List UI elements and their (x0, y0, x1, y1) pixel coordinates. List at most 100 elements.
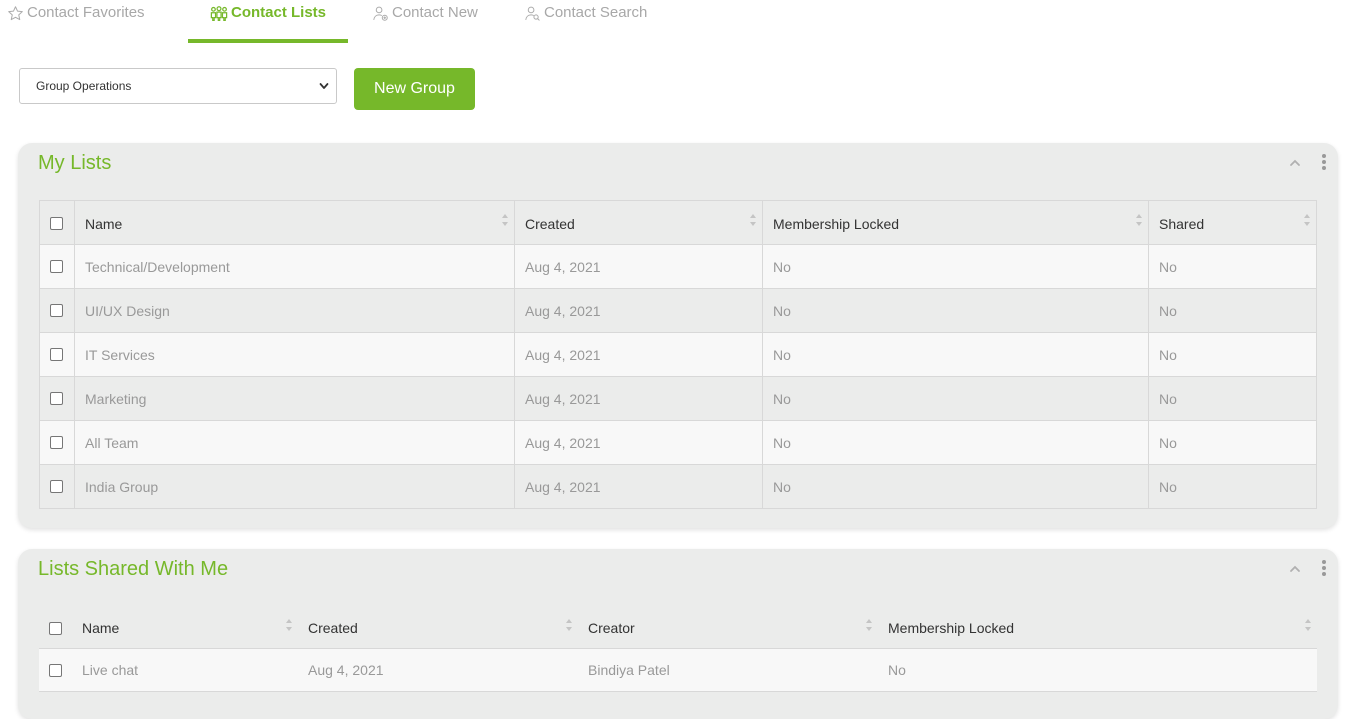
cell-created: Aug 4, 2021 (514, 377, 762, 420)
cell-name[interactable]: UI/UX Design (74, 289, 514, 332)
cell-shared: No (1148, 289, 1316, 332)
cell-name[interactable]: Technical/Development (74, 245, 514, 288)
row-checkbox-cell (40, 245, 74, 288)
cell-name[interactable]: Live chat (72, 649, 298, 691)
cell-name[interactable]: IT Services (74, 333, 514, 376)
column-header-label: Created (308, 620, 358, 636)
more-vertical-icon[interactable] (1321, 153, 1327, 171)
cell-shared: No (1148, 421, 1316, 464)
row-checkbox[interactable] (50, 348, 63, 361)
table-row[interactable]: Marketing Aug 4, 2021 No No (40, 376, 1316, 420)
column-header-created[interactable]: Created (298, 606, 578, 648)
tab-label: Contact Search (544, 4, 648, 21)
sort-icon[interactable] (749, 213, 757, 227)
table-header-row: Name Created Creator Membership Locked (39, 606, 1317, 648)
cell-created: Aug 4, 2021 (514, 289, 762, 332)
sort-icon[interactable] (1304, 618, 1312, 632)
more-vertical-icon[interactable] (1321, 559, 1327, 577)
sort-icon[interactable] (1135, 213, 1143, 227)
row-checkbox-cell (40, 289, 74, 332)
cell-membership-locked: No (762, 421, 1148, 464)
panel-title: Lists Shared With Me (38, 558, 229, 580)
contact-tabs: Contact Favorites Contact Lists Contact … (0, 0, 1349, 43)
row-checkbox[interactable] (50, 480, 63, 493)
column-header-creator[interactable]: Creator (578, 606, 878, 648)
cell-created: Aug 4, 2021 (514, 333, 762, 376)
cell-creator: Bindiya Patel (588, 662, 670, 678)
shared-lists-table: Name Created Creator Membership Locked L… (39, 606, 1317, 692)
select-all-cell (39, 606, 72, 648)
column-header-shared[interactable]: Shared (1148, 201, 1316, 244)
row-checkbox-cell (39, 649, 72, 691)
select-all-checkbox[interactable] (49, 621, 62, 635)
column-header-label: Shared (1159, 215, 1205, 232)
column-header-name[interactable]: Name (72, 606, 298, 648)
lists-shared-with-me-panel: Lists Shared With Me Name Created Creato… (18, 549, 1338, 719)
group-operations-select[interactable]: Group Operations (19, 68, 337, 104)
column-header-label: Creator (588, 620, 635, 636)
group-operations-value: Group Operations (36, 79, 132, 93)
row-checkbox-cell (40, 465, 74, 508)
row-checkbox[interactable] (50, 392, 63, 405)
row-checkbox-cell (40, 421, 74, 464)
tab-contact-new[interactable]: Contact New (371, 0, 511, 43)
sort-icon[interactable] (565, 618, 573, 632)
tab-contact-lists[interactable]: Contact Lists (188, 0, 348, 43)
cell-created: Aug 4, 2021 (514, 421, 762, 464)
cell-membership-locked: No (762, 333, 1148, 376)
my-lists-panel: My Lists Name Created Membership Locked … (18, 143, 1338, 528)
cell-shared: No (1148, 465, 1316, 508)
cell-created: Aug 4, 2021 (308, 662, 384, 678)
user-search-icon (523, 4, 541, 22)
new-group-button[interactable]: New Group (354, 68, 475, 110)
sort-icon[interactable] (1303, 213, 1311, 227)
table-row[interactable]: Live chat Aug 4, 2021 Bindiya Patel No (39, 648, 1317, 692)
select-all-checkbox[interactable] (50, 217, 63, 230)
row-checkbox-cell (40, 377, 74, 420)
cell-name[interactable]: India Group (74, 465, 514, 508)
tab-contact-favorites[interactable]: Contact Favorites (6, 0, 176, 43)
tab-label: Contact New (392, 4, 478, 21)
column-header-created[interactable]: Created (514, 201, 762, 244)
sort-icon[interactable] (285, 618, 293, 632)
group-icon (210, 4, 228, 22)
column-header-label: Name (82, 620, 120, 636)
row-checkbox[interactable] (50, 260, 63, 273)
tab-contact-search[interactable]: Contact Search (523, 0, 683, 43)
cell-name[interactable]: Marketing (74, 377, 514, 420)
cell-membership-locked: No (762, 289, 1148, 332)
column-header-label: Membership Locked (773, 215, 900, 232)
cell-created: Aug 4, 2021 (514, 465, 762, 508)
table-row[interactable]: Technical/Development Aug 4, 2021 No No (40, 244, 1316, 288)
table-header-row: Name Created Membership Locked Shared (40, 201, 1316, 244)
collapse-icon[interactable] (1288, 562, 1302, 576)
column-header-membership-locked[interactable]: Membership Locked (878, 606, 1317, 648)
cell-membership-locked: No (762, 245, 1148, 288)
cell-membership-locked: No (888, 662, 906, 678)
panel-title: My Lists (38, 152, 112, 174)
select-all-cell (40, 201, 74, 244)
cell-name[interactable]: All Team (74, 421, 514, 464)
table-row[interactable]: All Team Aug 4, 2021 No No (40, 420, 1316, 464)
table-row[interactable]: IT Services Aug 4, 2021 No No (40, 332, 1316, 376)
sort-icon[interactable] (501, 213, 509, 227)
star-icon (6, 4, 24, 22)
row-checkbox[interactable] (49, 663, 62, 677)
tab-label: Contact Favorites (27, 4, 145, 21)
row-checkbox[interactable] (50, 436, 63, 449)
table-row[interactable]: India Group Aug 4, 2021 No No (40, 464, 1316, 508)
user-add-icon (371, 4, 389, 22)
cell-created: Aug 4, 2021 (514, 245, 762, 288)
row-checkbox[interactable] (50, 304, 63, 317)
table-row[interactable]: UI/UX Design Aug 4, 2021 No No (40, 288, 1316, 332)
column-header-membership-locked[interactable]: Membership Locked (762, 201, 1148, 244)
collapse-icon[interactable] (1288, 156, 1302, 170)
column-header-label: Created (525, 215, 575, 232)
cell-shared: No (1148, 377, 1316, 420)
sort-icon[interactable] (865, 618, 873, 632)
chevron-down-icon (319, 83, 329, 89)
my-lists-table: Name Created Membership Locked Shared Te… (39, 200, 1317, 509)
column-header-name[interactable]: Name (74, 201, 514, 244)
cell-membership-locked: No (762, 377, 1148, 420)
cell-shared: No (1148, 333, 1316, 376)
